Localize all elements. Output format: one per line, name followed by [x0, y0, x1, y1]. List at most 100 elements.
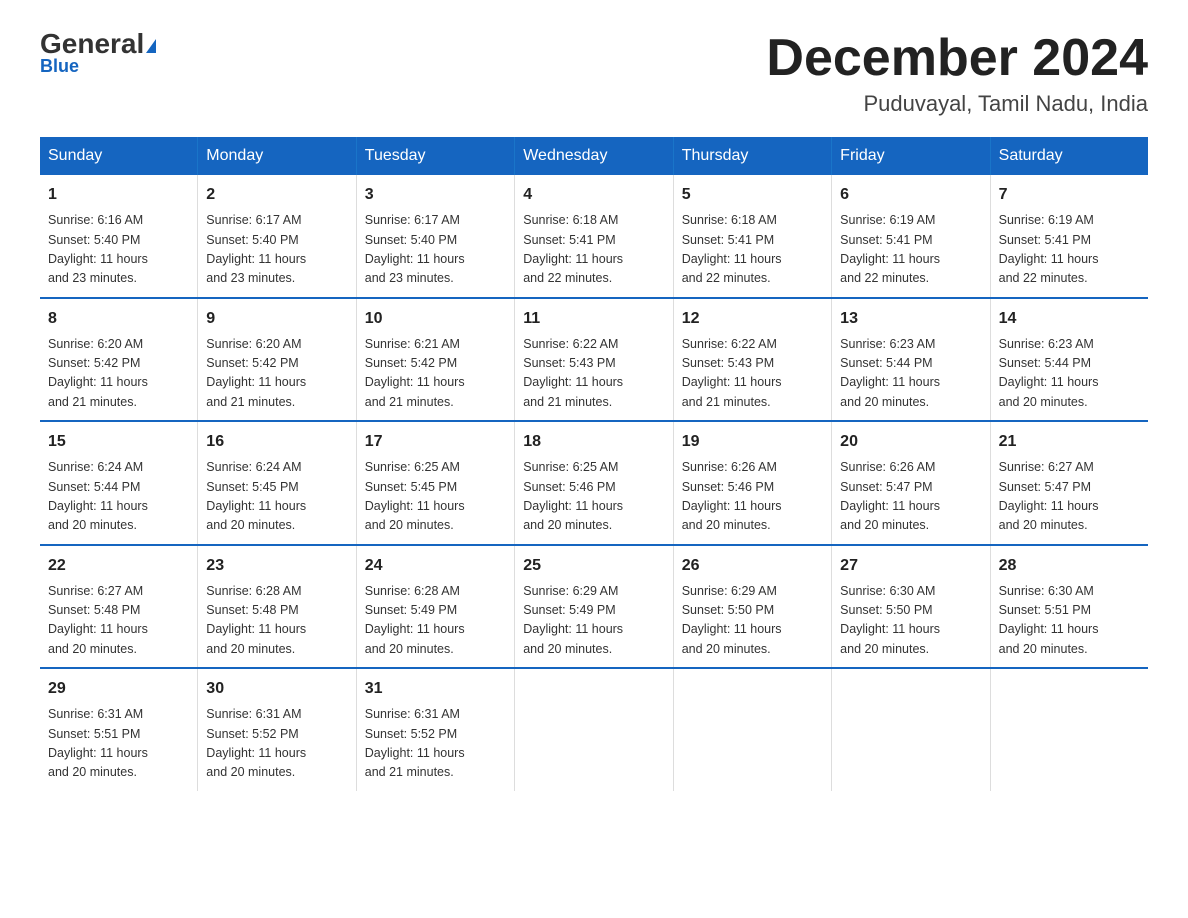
day-info: Sunrise: 6:17 AM Sunset: 5:40 PM Dayligh… [365, 211, 506, 289]
day-info: Sunrise: 6:30 AM Sunset: 5:50 PM Dayligh… [840, 582, 981, 660]
calendar-week-row: 8 Sunrise: 6:20 AM Sunset: 5:42 PM Daylig… [40, 298, 1148, 422]
day-number: 1 [48, 183, 189, 207]
day-number: 29 [48, 677, 189, 701]
calendar-cell: 29 Sunrise: 6:31 AM Sunset: 5:51 PM Dayli… [40, 668, 198, 791]
day-info: Sunrise: 6:24 AM Sunset: 5:44 PM Dayligh… [48, 458, 189, 536]
day-number: 26 [682, 554, 823, 578]
calendar-cell: 26 Sunrise: 6:29 AM Sunset: 5:50 PM Dayli… [673, 545, 831, 669]
calendar-title-block: December 2024 Puduvayal, Tamil Nadu, Ind… [766, 30, 1148, 117]
calendar-day-header: Thursday [673, 137, 831, 175]
day-number: 5 [682, 183, 823, 207]
logo-sub: Blue [40, 56, 79, 77]
day-number: 11 [523, 307, 664, 331]
day-info: Sunrise: 6:21 AM Sunset: 5:42 PM Dayligh… [365, 335, 506, 413]
day-info: Sunrise: 6:24 AM Sunset: 5:45 PM Dayligh… [206, 458, 347, 536]
day-info: Sunrise: 6:29 AM Sunset: 5:49 PM Dayligh… [523, 582, 664, 660]
calendar-day-header: Saturday [990, 137, 1148, 175]
calendar-cell: 4 Sunrise: 6:18 AM Sunset: 5:41 PM Daylig… [515, 175, 673, 298]
day-info: Sunrise: 6:18 AM Sunset: 5:41 PM Dayligh… [523, 211, 664, 289]
calendar-cell: 18 Sunrise: 6:25 AM Sunset: 5:46 PM Dayli… [515, 421, 673, 545]
calendar-cell: 16 Sunrise: 6:24 AM Sunset: 5:45 PM Dayli… [198, 421, 356, 545]
day-info: Sunrise: 6:20 AM Sunset: 5:42 PM Dayligh… [206, 335, 347, 413]
day-info: Sunrise: 6:30 AM Sunset: 5:51 PM Dayligh… [999, 582, 1140, 660]
calendar-cell: 6 Sunrise: 6:19 AM Sunset: 5:41 PM Daylig… [832, 175, 990, 298]
calendar-week-row: 29 Sunrise: 6:31 AM Sunset: 5:51 PM Dayli… [40, 668, 1148, 791]
calendar-cell [515, 668, 673, 791]
day-info: Sunrise: 6:20 AM Sunset: 5:42 PM Dayligh… [48, 335, 189, 413]
day-number: 15 [48, 430, 189, 454]
calendar-cell: 24Sunrise: 6:28 AM Sunset: 5:49 PM Dayli… [356, 545, 514, 669]
day-number: 4 [523, 183, 664, 207]
calendar-cell: 20Sunrise: 6:26 AM Sunset: 5:47 PM Dayli… [832, 421, 990, 545]
day-info: Sunrise: 6:19 AM Sunset: 5:41 PM Dayligh… [840, 211, 981, 289]
day-info: Sunrise: 6:16 AM Sunset: 5:40 PM Dayligh… [48, 211, 189, 289]
day-number: 28 [999, 554, 1140, 578]
day-info: Sunrise: 6:29 AM Sunset: 5:50 PM Dayligh… [682, 582, 823, 660]
day-info: Sunrise: 6:25 AM Sunset: 5:46 PM Dayligh… [523, 458, 664, 536]
calendar-cell: 25Sunrise: 6:29 AM Sunset: 5:49 PM Dayli… [515, 545, 673, 669]
day-info: Sunrise: 6:31 AM Sunset: 5:52 PM Dayligh… [206, 705, 347, 783]
day-number: 14 [999, 307, 1140, 331]
calendar-cell: 28 Sunrise: 6:30 AM Sunset: 5:51 PM Dayli… [990, 545, 1148, 669]
calendar-cell: 27Sunrise: 6:30 AM Sunset: 5:50 PM Dayli… [832, 545, 990, 669]
calendar-table: SundayMondayTuesdayWednesdayThursdayFrid… [40, 137, 1148, 791]
day-info: Sunrise: 6:28 AM Sunset: 5:49 PM Dayligh… [365, 582, 506, 660]
day-number: 20 [840, 430, 981, 454]
calendar-day-header: Friday [832, 137, 990, 175]
calendar-cell: 31 Sunrise: 6:31 AM Sunset: 5:52 PM Dayli… [356, 668, 514, 791]
day-info: Sunrise: 6:17 AM Sunset: 5:40 PM Dayligh… [206, 211, 347, 289]
day-number: 16 [206, 430, 347, 454]
calendar-header-row: SundayMondayTuesdayWednesdayThursdayFrid… [40, 137, 1148, 175]
calendar-cell: 14 Sunrise: 6:23 AM Sunset: 5:44 PM Dayli… [990, 298, 1148, 422]
calendar-cell [673, 668, 831, 791]
day-info: Sunrise: 6:19 AM Sunset: 5:41 PM Dayligh… [999, 211, 1140, 289]
day-info: Sunrise: 6:27 AM Sunset: 5:47 PM Dayligh… [999, 458, 1140, 536]
day-number: 17 [365, 430, 506, 454]
day-number: 7 [999, 183, 1140, 207]
day-number: 30 [206, 677, 347, 701]
calendar-cell: 1 Sunrise: 6:16 AM Sunset: 5:40 PM Daylig… [40, 175, 198, 298]
day-number: 3 [365, 183, 506, 207]
day-number: 13 [840, 307, 981, 331]
calendar-cell: 9Sunrise: 6:20 AM Sunset: 5:42 PM Daylig… [198, 298, 356, 422]
calendar-cell: 8 Sunrise: 6:20 AM Sunset: 5:42 PM Daylig… [40, 298, 198, 422]
day-info: Sunrise: 6:31 AM Sunset: 5:52 PM Dayligh… [365, 705, 506, 783]
day-number: 19 [682, 430, 823, 454]
calendar-week-row: 15 Sunrise: 6:24 AM Sunset: 5:44 PM Dayli… [40, 421, 1148, 545]
calendar-cell: 23Sunrise: 6:28 AM Sunset: 5:48 PM Dayli… [198, 545, 356, 669]
day-number: 21 [999, 430, 1140, 454]
calendar-week-row: 22Sunrise: 6:27 AM Sunset: 5:48 PM Dayli… [40, 545, 1148, 669]
day-info: Sunrise: 6:23 AM Sunset: 5:44 PM Dayligh… [840, 335, 981, 413]
calendar-cell: 19 Sunrise: 6:26 AM Sunset: 5:46 PM Dayli… [673, 421, 831, 545]
day-info: Sunrise: 6:28 AM Sunset: 5:48 PM Dayligh… [206, 582, 347, 660]
calendar-cell: 22Sunrise: 6:27 AM Sunset: 5:48 PM Dayli… [40, 545, 198, 669]
calendar-cell: 2 Sunrise: 6:17 AM Sunset: 5:40 PM Daylig… [198, 175, 356, 298]
calendar-cell: 15 Sunrise: 6:24 AM Sunset: 5:44 PM Dayli… [40, 421, 198, 545]
day-info: Sunrise: 6:22 AM Sunset: 5:43 PM Dayligh… [682, 335, 823, 413]
day-number: 18 [523, 430, 664, 454]
day-info: Sunrise: 6:18 AM Sunset: 5:41 PM Dayligh… [682, 211, 823, 289]
day-number: 12 [682, 307, 823, 331]
logo: General Blue [40, 30, 156, 77]
day-number: 8 [48, 307, 189, 331]
day-number: 6 [840, 183, 981, 207]
day-number: 10 [365, 307, 506, 331]
calendar-day-header: Tuesday [356, 137, 514, 175]
day-number: 2 [206, 183, 347, 207]
calendar-cell [990, 668, 1148, 791]
calendar-cell: 3 Sunrise: 6:17 AM Sunset: 5:40 PM Daylig… [356, 175, 514, 298]
calendar-day-header: Sunday [40, 137, 198, 175]
calendar-week-row: 1 Sunrise: 6:16 AM Sunset: 5:40 PM Daylig… [40, 175, 1148, 298]
calendar-cell: 10 Sunrise: 6:21 AM Sunset: 5:42 PM Dayli… [356, 298, 514, 422]
day-info: Sunrise: 6:26 AM Sunset: 5:46 PM Dayligh… [682, 458, 823, 536]
calendar-subtitle: Puduvayal, Tamil Nadu, India [766, 91, 1148, 117]
day-number: 31 [365, 677, 506, 701]
calendar-cell: 13 Sunrise: 6:23 AM Sunset: 5:44 PM Dayli… [832, 298, 990, 422]
calendar-cell: 12 Sunrise: 6:22 AM Sunset: 5:43 PM Dayli… [673, 298, 831, 422]
day-info: Sunrise: 6:22 AM Sunset: 5:43 PM Dayligh… [523, 335, 664, 413]
page-header: General Blue December 2024 Puduvayal, Ta… [40, 30, 1148, 117]
day-info: Sunrise: 6:31 AM Sunset: 5:51 PM Dayligh… [48, 705, 189, 783]
day-number: 22 [48, 554, 189, 578]
day-info: Sunrise: 6:23 AM Sunset: 5:44 PM Dayligh… [999, 335, 1140, 413]
calendar-day-header: Wednesday [515, 137, 673, 175]
